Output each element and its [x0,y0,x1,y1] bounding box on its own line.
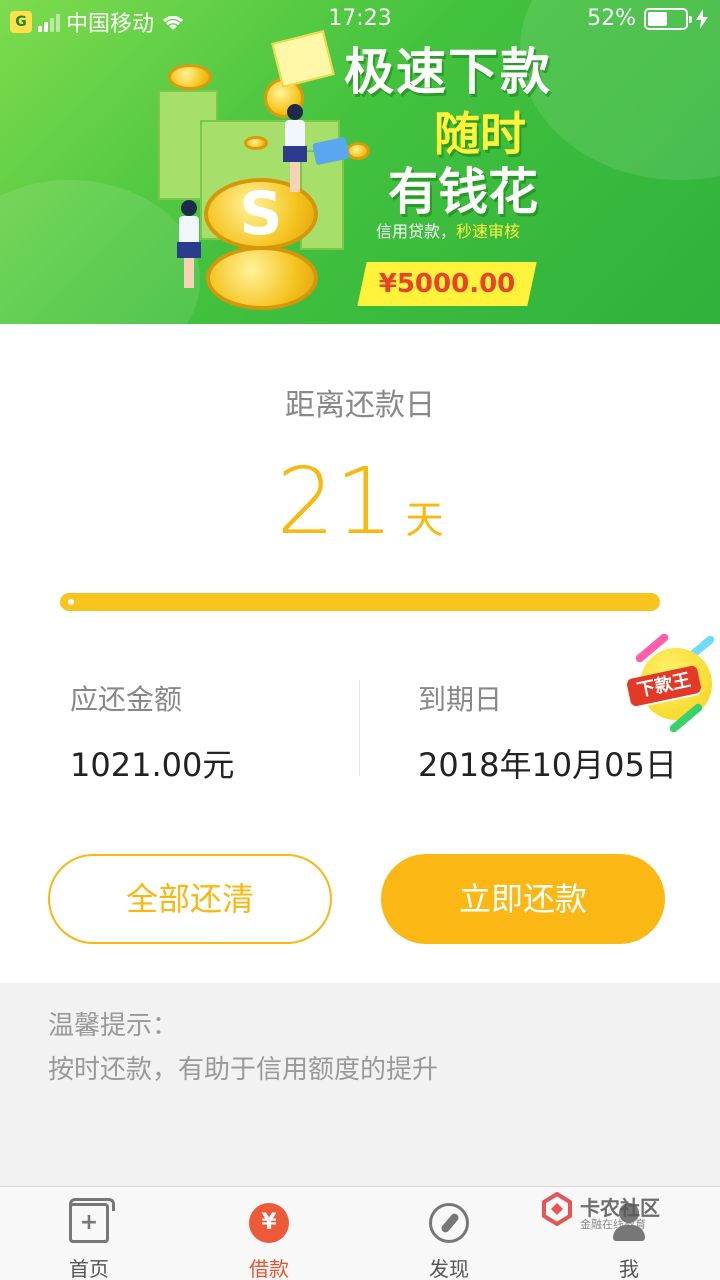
battery-level [648,11,667,26]
tab-discover-label: 发现 [429,1257,469,1280]
tab-loan-label: 借款 [249,1257,289,1280]
home-icon [69,1198,115,1243]
compass-icon [429,1203,469,1243]
watermark: 卡农社区 金融在线教育 [540,1192,700,1232]
woman-figure-icon [174,200,204,288]
banner-title-line3: 有钱花 [388,163,538,221]
watermark-logo-icon [542,1192,572,1226]
tips-body: 按时还款，有助于信用额度的提升 [48,1055,439,1085]
tab-loan[interactable]: ¥ 借款 [224,1203,314,1280]
countdown-days-number: 21 [276,448,394,555]
promo-badge[interactable]: 下款王 [625,632,720,734]
repay-now-button[interactable]: 立即还款 [381,854,665,944]
repay-all-button[interactable]: 全部还清 [48,854,332,944]
repayment-progress-bar [60,593,660,611]
yuan-icon: ¥ [249,1203,289,1243]
coin-icon [244,136,268,150]
banner-subtitle-prefix: 信用贷款， [376,222,457,241]
tips-title: 温馨提示： [48,1011,179,1041]
charging-bolt-icon [696,8,708,29]
amount-due-value: 1021.00元 [70,746,235,784]
banner-title-line1: 极速下款 [344,43,552,101]
tab-discover[interactable]: 发现 [404,1203,494,1280]
banner-subtitle: 信用贷款，秒速审核 [376,218,520,242]
tab-home-label: 首页 [69,1257,109,1280]
countdown-days: 21 天 [0,448,720,555]
watermark-tagline: 金融在线教育 [580,1218,646,1231]
coin-stack-icon [206,246,318,310]
battery-icon [644,7,692,30]
countdown-label: 距离还款日 [285,388,435,423]
due-date-value: 2018年10月05日 [418,746,677,784]
tips-section: 温馨提示： 按时还款，有助于信用额度的提升 [0,983,720,1187]
promo-banner[interactable]: S 极速下款 随时 有钱花 信用贷款，秒速审核 ¥5000.00 [0,0,720,324]
banner-bg-shape [0,180,200,324]
coin-symbol: S [239,179,283,249]
woman-figure-icon [280,104,310,192]
banner-subtitle-highlight: 秒速审核 [456,222,521,241]
tab-home[interactable]: 首页 [44,1198,134,1280]
battery-percent: 52% [587,6,636,31]
banner-amount: ¥5000.00 [378,269,516,299]
coin-icon [168,64,212,90]
banner-amount-tag: ¥5000.00 [357,262,537,306]
status-bar: G 中国移动 17:23 52% [0,0,720,40]
amount-due-section: 应还金额 1021.00元 [70,678,234,786]
status-bar-right: 52% [587,6,708,31]
info-divider [359,680,360,776]
countdown-days-unit: 天 [405,498,444,542]
tab-me-label: 我 [619,1257,639,1280]
amount-due-label: 应还金额 [70,683,183,716]
coin-icon [346,142,370,160]
progress-indicator [68,599,74,605]
